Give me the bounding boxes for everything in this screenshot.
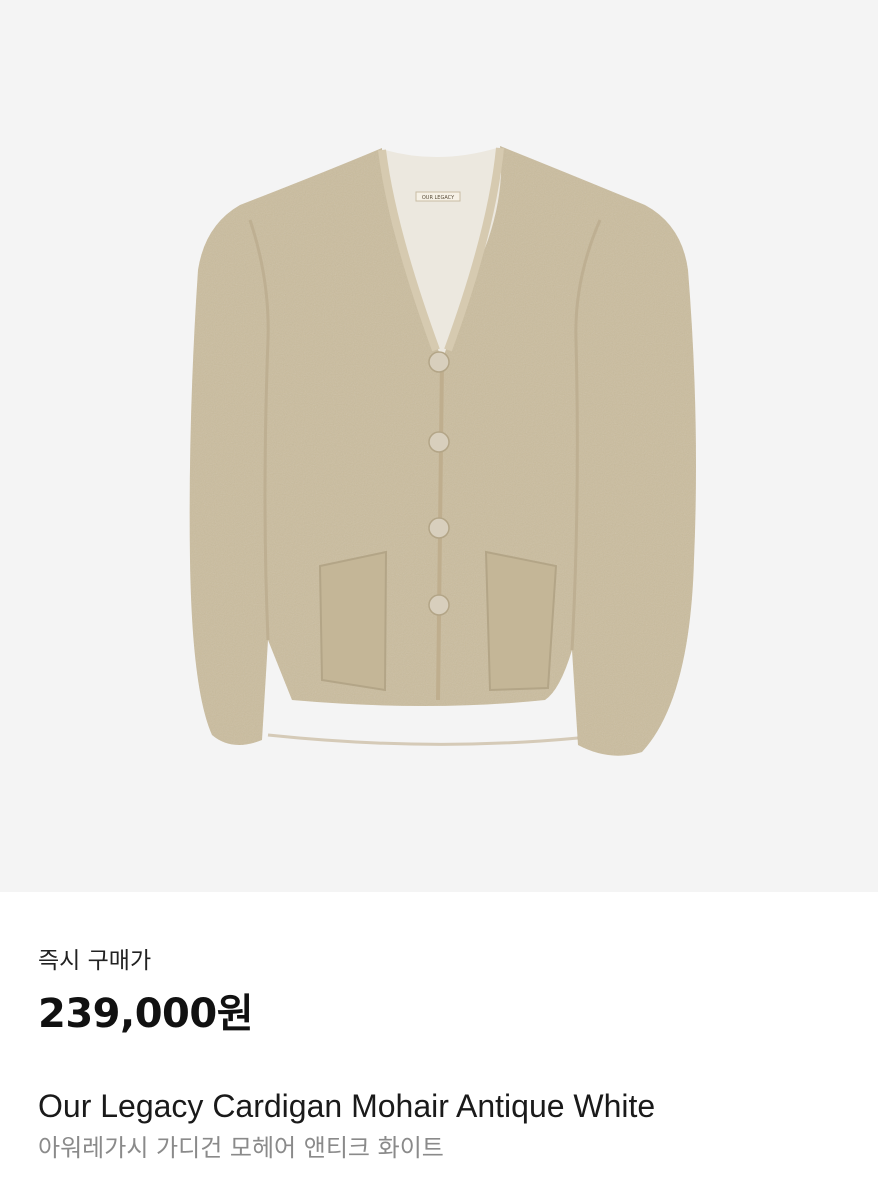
product-image[interactable]: OUR LEGACY	[0, 0, 878, 892]
product-name-ko: 아워레가시 가디건 모헤어 앤티크 화이트	[38, 1134, 444, 1162]
svg-text:OUR LEGACY: OUR LEGACY	[422, 195, 455, 201]
product-detail-page: OUR LEGACY 즉시 구매가 239,000원 Our Legacy Ca…	[0, 0, 878, 1200]
product-info: 즉시 구매가 239,000원 Our Legacy Cardigan Moha…	[38, 946, 858, 1164]
right-pocket	[484, 550, 558, 692]
left-pocket	[318, 550, 388, 692]
product-name-en[interactable]: Our Legacy Cardigan Mohair Antique White	[38, 1086, 858, 1126]
product-price: 239,000원	[38, 991, 254, 1037]
instant-price-label: 즉시 구매가	[38, 948, 152, 974]
cardigan-illustration: OUR LEGACY	[189, 146, 696, 756]
